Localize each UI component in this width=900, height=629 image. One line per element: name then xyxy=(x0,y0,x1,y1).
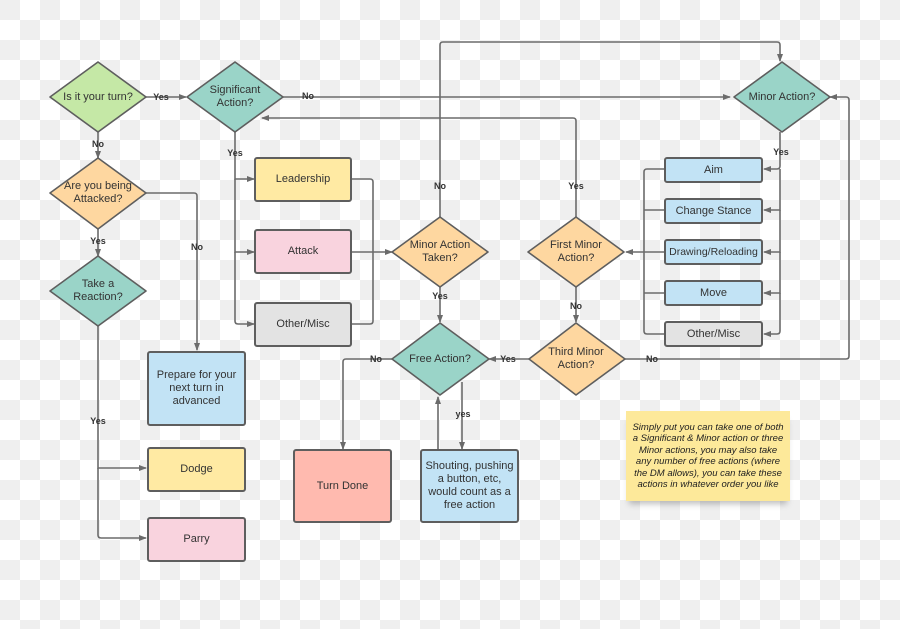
label-reaction-yes: Yes xyxy=(90,416,106,426)
box-leadership: Leadership xyxy=(254,157,352,202)
flowchart-connectors xyxy=(49,41,850,541)
label-minortaken-no: No xyxy=(434,181,446,191)
box-turn-done: Turn Done xyxy=(293,449,392,523)
label-significant-no: No xyxy=(302,91,314,101)
box-aim: Aim xyxy=(664,157,763,183)
label-firstminor-yes: Yes xyxy=(568,181,584,191)
edge-reaction-to-dodge xyxy=(97,326,147,471)
decision-first-minor xyxy=(527,216,625,288)
edge-free-to-turndone xyxy=(340,358,392,450)
box-prepare: Prepare for your next turn in advanced xyxy=(147,351,246,426)
edge-significant-to-other xyxy=(234,252,255,327)
label-significant-yes: Yes xyxy=(227,148,243,158)
box-shouting: Shouting, pushing a button, etc, would c… xyxy=(420,449,519,523)
decision-significant xyxy=(186,61,284,133)
edge-minor-to-drawing xyxy=(763,210,781,255)
decision-minor xyxy=(733,61,831,133)
decision-reaction xyxy=(49,255,147,327)
box-other-minor: Other/Misc xyxy=(664,321,763,347)
box-other-significant: Other/Misc xyxy=(254,302,352,347)
decision-minor-taken xyxy=(391,216,489,288)
label-minortaken-yes: Yes xyxy=(432,291,448,301)
label-firstminor-no: No xyxy=(570,301,582,311)
label-thirdminor-no: No xyxy=(646,354,658,364)
edge-significant-to-attack xyxy=(234,179,255,255)
edge-minor-to-othermisc xyxy=(763,293,781,337)
box-move: Move xyxy=(664,280,763,306)
box-drawing-reloading: Drawing/Reloading xyxy=(664,239,763,265)
label-turn-yes: Yes xyxy=(153,92,169,102)
box-change-stance: Change Stance xyxy=(664,198,763,224)
label-turn-no: No xyxy=(92,139,104,149)
label-free-no: No xyxy=(370,354,382,364)
label-free-yes: yes xyxy=(455,409,471,419)
label-attacked-yes: Yes xyxy=(90,236,106,246)
label-attacked-no: No xyxy=(191,242,203,252)
edge-thirdminor-to-minor xyxy=(625,94,850,360)
decision-your-turn xyxy=(49,61,147,133)
box-parry: Parry xyxy=(147,517,246,562)
decision-attacked xyxy=(49,157,147,230)
edge-reaction-to-parry xyxy=(97,468,147,541)
summary-note: Simply put you can take one of both a Si… xyxy=(626,411,790,501)
decision-free xyxy=(391,322,490,396)
label-minor-yes: Yes xyxy=(773,147,789,157)
edge-attacked-to-prepare xyxy=(146,192,200,351)
box-dodge: Dodge xyxy=(147,447,246,492)
box-attack: Attack xyxy=(254,229,352,274)
edge-minortaken-to-minor xyxy=(439,41,783,217)
edge-minor-to-move xyxy=(763,252,781,296)
decision-third-minor xyxy=(528,322,626,396)
edge-minor-to-stance xyxy=(763,169,781,213)
label-thirdminor-yes: Yes xyxy=(500,354,516,364)
